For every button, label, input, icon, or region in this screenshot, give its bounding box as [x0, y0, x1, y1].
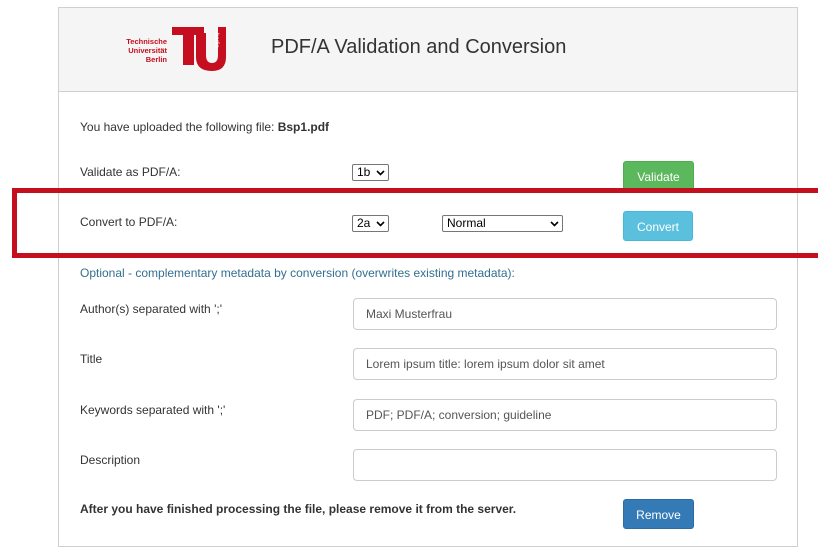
keywords-label: Keywords separated with ';'	[80, 403, 226, 417]
description-input[interactable]	[353, 449, 777, 481]
title-input[interactable]: Lorem ipsum title: lorem ipsum dolor sit…	[353, 348, 777, 380]
keywords-input[interactable]: PDF; PDF/A; conversion; guideline	[353, 399, 777, 431]
validate-button[interactable]: Validate	[623, 161, 694, 191]
title-label: Title	[80, 352, 103, 366]
upload-info: You have uploaded the following file: Bs…	[80, 120, 329, 134]
validate-level-value: 1b	[357, 165, 371, 179]
panel-header: Technische Universität Berlin berlin PDF…	[59, 8, 797, 92]
optional-metadata-note: Optional - complementary metadata by con…	[80, 266, 515, 280]
remove-button[interactable]: Remove	[623, 499, 694, 529]
author-input[interactable]: Maxi Musterfrau	[353, 298, 777, 330]
convert-row-highlight	[12, 188, 818, 258]
author-label: Author(s) separated with ';'	[80, 302, 222, 316]
main-panel: Technische Universität Berlin berlin PDF…	[58, 7, 798, 547]
uploaded-filename: Bsp1.pdf	[277, 120, 330, 134]
validate-level-select[interactable]: 1b	[352, 164, 389, 181]
page-title: PDF/A Validation and Conversion	[271, 36, 567, 58]
tu-logo-icon: berlin	[172, 27, 226, 71]
upload-prefix: You have uploaded the following file:	[80, 120, 278, 134]
remove-notice: After you have finished processing the f…	[80, 502, 517, 516]
tu-berlin-logo: Technische Universität Berlin berlin	[115, 23, 235, 83]
description-label: Description	[80, 453, 141, 467]
logo-vertical-text: berlin	[213, 33, 219, 48]
chevron-down-icon	[375, 165, 385, 180]
validate-label: Validate as PDF/A:	[80, 165, 181, 179]
logo-wordmark: Technische Universität Berlin	[126, 37, 167, 64]
